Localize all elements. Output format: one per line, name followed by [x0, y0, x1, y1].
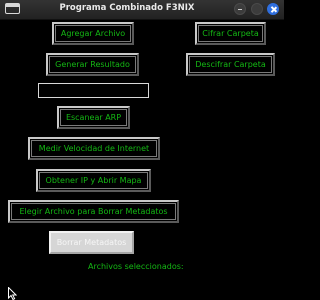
maximize-button[interactable]	[251, 3, 263, 15]
window-title: Programa Combinado F3NIX	[59, 3, 195, 13]
choose-metadata-file-button[interactable]: Elegir Archivo para Borrar Metadatos	[8, 200, 179, 223]
mouse-pointer-icon	[8, 287, 17, 300]
close-button[interactable]	[267, 3, 279, 15]
app-window: Programa Combinado F3NIX Agregar Archivo…	[0, 0, 284, 300]
get-ip-open-map-button[interactable]: Obtener IP y Abrir Mapa	[36, 169, 151, 192]
add-file-button[interactable]: Agregar Archivo	[52, 22, 134, 45]
scan-arp-button[interactable]: Escanear ARP	[57, 106, 130, 129]
decrypt-folder-button[interactable]: Descifrar Carpeta	[186, 53, 275, 76]
measure-internet-speed-button[interactable]: Medir Velocidad de Internet	[28, 137, 160, 160]
selected-files-label: Archivos seleccionados:	[88, 262, 184, 271]
generate-result-button[interactable]: Generar Resultado	[46, 53, 139, 76]
delete-metadata-button[interactable]: Borrar Metadatos	[49, 231, 134, 254]
minimize-button[interactable]	[234, 3, 246, 15]
encrypt-folder-button[interactable]: Cifrar Carpeta	[195, 22, 266, 45]
title-bar[interactable]: Programa Combinado F3NIX	[0, 0, 284, 20]
file-path-input[interactable]	[38, 83, 149, 98]
window-icon	[5, 3, 20, 14]
